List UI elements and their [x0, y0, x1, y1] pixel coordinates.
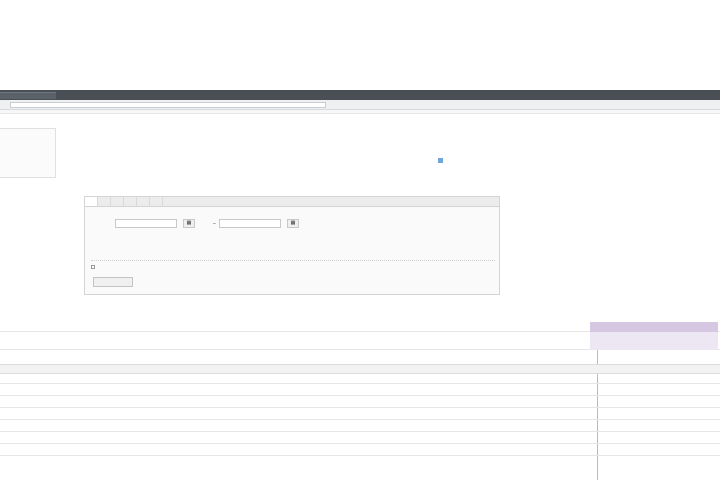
table-row: [0, 384, 720, 396]
filter-tab[interactable]: [150, 197, 163, 206]
filter-tab[interactable]: [137, 197, 150, 206]
table-row: [0, 408, 720, 420]
calendar-icon[interactable]: ▦: [287, 219, 299, 228]
calendar-icon[interactable]: ▦: [183, 219, 195, 228]
filter-tab[interactable]: [111, 197, 124, 206]
filter-panel: ▦ – ▦: [84, 196, 500, 295]
chart-icon: [438, 158, 443, 164]
date-separator: –: [213, 221, 216, 227]
date-from-field[interactable]: [115, 219, 177, 228]
apply-button[interactable]: [93, 277, 133, 287]
table-row: [0, 432, 720, 444]
browser-address-bar: [0, 100, 720, 110]
bookmarks-bar: [0, 110, 720, 114]
page-background: [0, 0, 720, 90]
browser-tab[interactable]: [0, 92, 56, 99]
browser-titlebar: [0, 90, 720, 100]
sidebar: [0, 128, 56, 178]
quick-period-links: [129, 234, 153, 239]
table-header-row: [0, 322, 720, 332]
highlight-column: [590, 332, 718, 350]
table-row: [0, 444, 720, 456]
campaign-meta: [84, 159, 90, 175]
filter-option: [91, 260, 495, 269]
table-row: [0, 420, 720, 432]
table-spacer: [0, 350, 720, 364]
option-checkbox[interactable]: [91, 264, 95, 269]
filter-tab[interactable]: [98, 197, 111, 206]
highlight-column: [590, 322, 718, 332]
chart-toggle[interactable]: [438, 158, 446, 164]
filter-tab[interactable]: [124, 197, 137, 206]
campaign-meta-2: [174, 159, 184, 164]
filter-tab[interactable]: [85, 197, 98, 206]
url-field[interactable]: [10, 102, 326, 108]
section-header[interactable]: [0, 364, 720, 374]
date-to-field[interactable]: [219, 219, 281, 228]
stats-table: [0, 322, 720, 456]
filter-tabs: [85, 197, 499, 207]
table-row: [0, 396, 720, 408]
sub-header-row: [0, 374, 720, 384]
total-row: [0, 332, 720, 350]
